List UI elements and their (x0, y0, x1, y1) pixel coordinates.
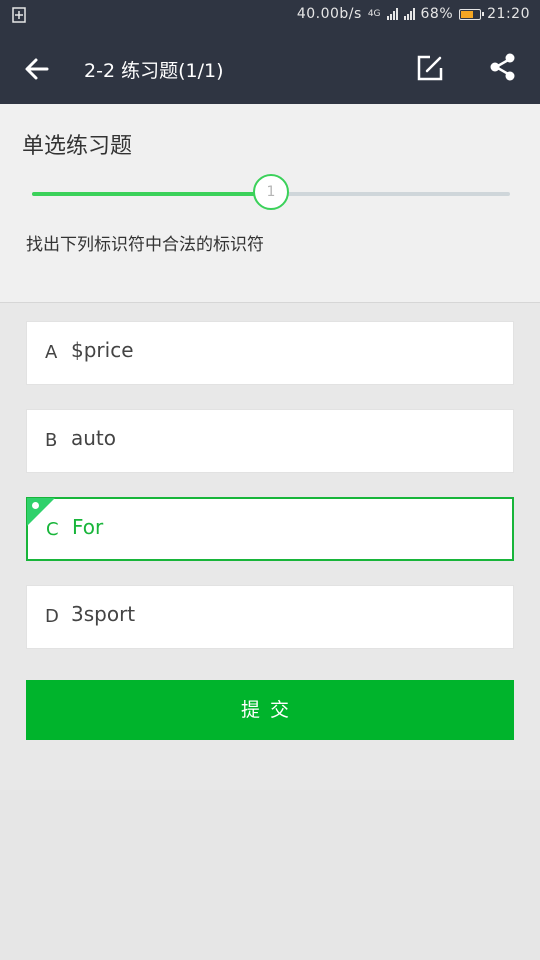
option-letter: C (46, 519, 59, 540)
option-b[interactable]: B auto (26, 409, 514, 473)
share-icon[interactable] (488, 52, 518, 82)
network-speed: 40.00b/s (296, 6, 362, 22)
back-arrow-icon[interactable] (22, 54, 52, 84)
question-type-label: 单选练习题 (22, 134, 133, 159)
option-letter: D (45, 606, 59, 627)
page-title: 2-2 练习题(1/1) (84, 60, 224, 82)
signal-icon-2 (403, 8, 415, 20)
progress-slider[interactable]: 1 (32, 174, 510, 210)
toolbar: 2-2 练习题(1/1) (0, 32, 540, 104)
selected-dot-icon (32, 502, 39, 509)
option-d[interactable]: D 3sport (26, 585, 514, 649)
submit-button[interactable]: 提交 (26, 680, 514, 740)
battery-percent: 68% (420, 6, 454, 22)
option-letter: A (45, 342, 58, 363)
signal-icon (386, 8, 398, 20)
battery-icon (459, 8, 485, 20)
empty-area (0, 790, 540, 960)
progress-thumb[interactable]: 1 (253, 174, 289, 210)
notification-icon (12, 7, 26, 23)
edit-icon[interactable] (416, 54, 444, 82)
option-a[interactable]: A $price (26, 321, 514, 385)
question-text: 找出下列标识符中合法的标识符 (26, 235, 264, 255)
status-bar: 40.00b/s 4G 68% 21:20 (0, 0, 540, 32)
option-text: For (72, 515, 104, 539)
option-text: $price (71, 338, 134, 362)
clock: 21:20 (487, 6, 530, 22)
option-c[interactable]: C For (26, 497, 514, 561)
option-text: auto (71, 426, 117, 450)
option-text: 3sport (71, 602, 136, 626)
network-type: 4G (367, 9, 381, 19)
progress-fill (32, 192, 271, 196)
question-panel: 单选练习题 1 找出下列标识符中合法的标识符 (0, 104, 540, 303)
option-letter: B (45, 430, 58, 451)
